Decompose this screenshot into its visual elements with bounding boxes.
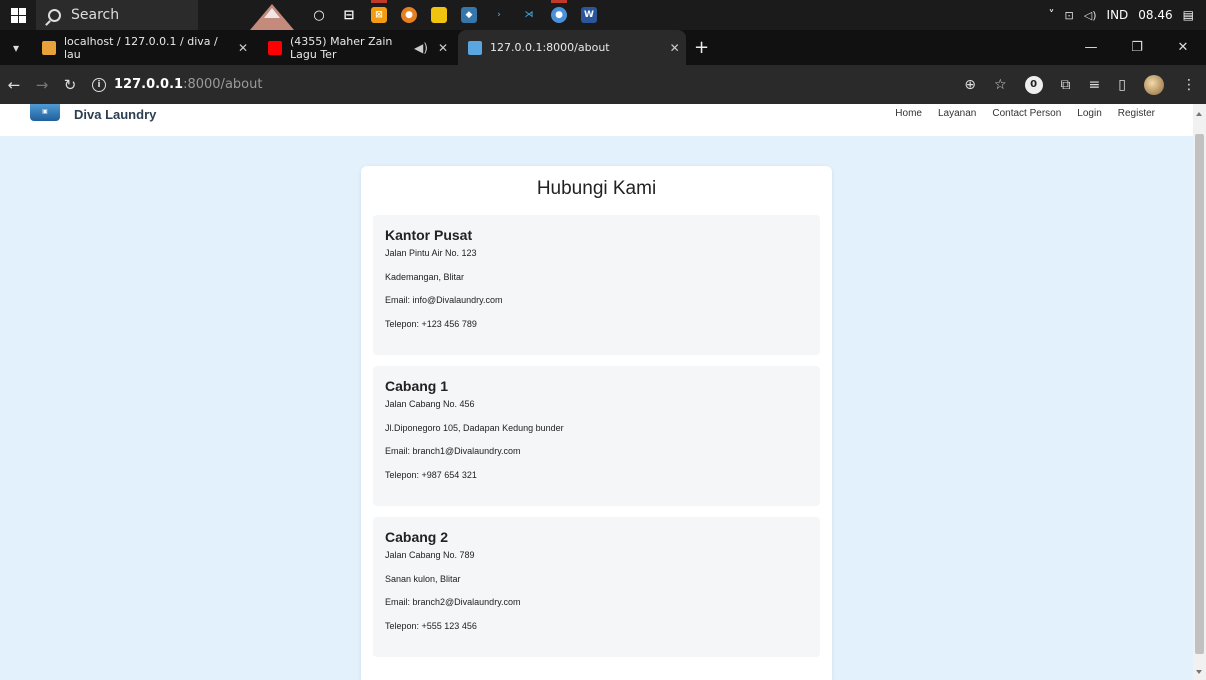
nav-login[interactable]: Login xyxy=(1077,108,1101,119)
xampp-icon[interactable]: ⊠ xyxy=(364,0,394,30)
volume-icon[interactable]: ◁) xyxy=(1084,9,1097,22)
bookmark-star-icon[interactable]: ☆ xyxy=(994,77,1007,93)
brand-name: Diva Laundry xyxy=(74,106,157,122)
tab-label: (4355) Maher Zain Lagu Ter xyxy=(290,34,393,61)
web-page: ▣ Diva Laundry Home Layanan Contact Pers… xyxy=(0,104,1193,680)
page-title: Hubungi Kami xyxy=(536,178,657,199)
window-controls: — ❐ ✕ xyxy=(1068,30,1206,65)
reading-list-icon[interactable]: ≡ xyxy=(1089,77,1101,93)
extension-icon[interactable]: 0 xyxy=(1024,75,1043,94)
reload-button[interactable]: ↻ xyxy=(56,76,84,94)
minimize-button[interactable]: — xyxy=(1068,40,1114,55)
tab-about[interactable]: 127.0.0.1:8000/about ✕ xyxy=(458,30,686,65)
close-window-button[interactable]: ✕ xyxy=(1160,40,1206,55)
zoom-icon[interactable]: ⊕ xyxy=(964,77,976,93)
system-tray: ˅ ⊡ ◁) IND 08.46 ▤ xyxy=(1049,0,1206,30)
youtube-favicon-icon xyxy=(268,40,282,55)
task-view-icon[interactable]: ⊟ xyxy=(334,0,364,30)
laundry-logo-icon: ▣ xyxy=(30,104,60,121)
windows-logo-icon xyxy=(10,7,26,23)
menu-kebab-icon[interactable]: ⋮ xyxy=(1182,77,1196,93)
word-icon[interactable]: W xyxy=(574,0,604,30)
office-email: Email: branch1@Divalaundry.com xyxy=(385,446,521,456)
forward-button[interactable]: → xyxy=(28,76,56,94)
notification-icon[interactable]: ▤ xyxy=(1183,8,1194,22)
contact-card: Hubungi Kami Kantor Pusat Jalan Pintu Ai… xyxy=(361,166,832,680)
side-panel-icon[interactable]: ▯ xyxy=(1118,77,1126,93)
tab-label: localhost / 127.0.0.1 / diva / lau xyxy=(64,34,218,61)
site-navbar: ▣ Diva Laundry Home Layanan Contact Pers… xyxy=(0,104,1193,136)
office-area: Sanan kulon, Blitar xyxy=(385,573,461,584)
office-name: Cabang 2 xyxy=(385,529,449,545)
scroll-thumb[interactable] xyxy=(1195,134,1204,654)
network-icon[interactable]: ⊡ xyxy=(1065,9,1074,22)
url-host: 127.0.0.1 xyxy=(114,77,184,92)
python-icon[interactable]: ◆ xyxy=(454,0,484,30)
scroll-up-icon[interactable] xyxy=(1196,112,1202,116)
new-tab-button[interactable]: + xyxy=(694,37,709,58)
nav-register[interactable]: Register xyxy=(1118,108,1155,119)
puzzle-extensions-icon[interactable]: ⧉ xyxy=(1061,77,1071,93)
tab-label: 127.0.0.1:8000/about xyxy=(490,41,610,54)
language-indicator[interactable]: IND xyxy=(1107,8,1129,22)
site-favicon-icon xyxy=(468,40,482,55)
office-name: Cabang 1 xyxy=(385,378,449,394)
office-card: Cabang 1 Jalan Cabang No. 456 Jl.Diponeg… xyxy=(373,366,820,506)
browser-tab-strip: ▾ localhost / 127.0.0.1 / diva / lau ✕ (… xyxy=(0,30,1206,65)
close-icon[interactable]: ✕ xyxy=(438,41,448,55)
close-icon[interactable]: ✕ xyxy=(238,41,248,55)
url-field[interactable]: i 127.0.0.1 :8000/about xyxy=(92,71,262,99)
office-card: Cabang 2 Jalan Cabang No. 789 Sanan kulo… xyxy=(373,517,820,657)
office-email: Email: branch2@Divalaundry.com xyxy=(385,597,521,607)
office-street: Jalan Cabang No. 789 xyxy=(385,550,475,560)
office-card: Kantor Pusat Jalan Pintu Air No. 123 Kad… xyxy=(373,215,820,355)
address-bar-row: ← → ↻ i 127.0.0.1 :8000/about ⊕ ☆ 0 ⧉ ≡ … xyxy=(0,65,1206,104)
office-area: Jl.Diponegoro 105, Dadapan Kedung bunder xyxy=(385,422,564,433)
vscode-icon[interactable]: ⋊ xyxy=(514,0,544,30)
main-nav: Home Layanan Contact Person Login Regist… xyxy=(895,108,1155,119)
back-button[interactable]: ← xyxy=(0,76,28,94)
maximize-button[interactable]: ❐ xyxy=(1114,40,1160,55)
file-explorer-icon[interactable] xyxy=(424,0,454,30)
start-button[interactable] xyxy=(0,0,36,30)
office-area: Kademangan, Blitar xyxy=(385,271,465,282)
office-phone: Telepon: +123 456 789 xyxy=(385,318,477,329)
nav-contact-person[interactable]: Contact Person xyxy=(992,108,1061,119)
tab-search-icon[interactable]: ▾ xyxy=(0,41,32,55)
office-street: Jalan Cabang No. 456 xyxy=(385,399,475,409)
url-path: :8000/about xyxy=(183,77,263,92)
tab-phpmyadmin[interactable]: localhost / 127.0.0.1 / diva / lau ✕ xyxy=(32,30,258,65)
terminal-icon[interactable]: › xyxy=(484,0,514,30)
nav-layanan[interactable]: Layanan xyxy=(938,108,976,119)
cortana-icon[interactable]: ○ xyxy=(304,0,334,30)
nav-home[interactable]: Home xyxy=(895,108,922,119)
office-phone: Telepon: +987 654 321 xyxy=(385,469,477,480)
speaker-icon[interactable]: ◀) xyxy=(414,41,428,55)
phpmyadmin-favicon-icon xyxy=(42,40,56,55)
search-icon xyxy=(48,8,61,22)
windows-taskbar: Search ○ ⊟ ⊠ ● ◆ › ⋊ ● W ˅ ⊡ ◁) IND 08.4… xyxy=(0,0,1206,30)
chrome-taskbar-icon[interactable]: ● xyxy=(394,0,424,30)
chevron-up-icon[interactable]: ˅ xyxy=(1049,8,1055,22)
office-email: Email: info@Divalaundry.com xyxy=(385,295,503,305)
office-street: Jalan Pintu Air No. 123 xyxy=(385,248,477,258)
search-highlight-icon xyxy=(246,0,298,30)
scroll-down-icon[interactable] xyxy=(1196,670,1202,674)
taskbar-search[interactable]: Search xyxy=(36,0,198,30)
profile-avatar[interactable] xyxy=(1144,74,1164,95)
tab-youtube[interactable]: (4355) Maher Zain Lagu Ter ◀) ✕ xyxy=(258,30,458,65)
close-icon[interactable]: ✕ xyxy=(670,41,680,55)
taskbar-search-placeholder: Search xyxy=(71,7,120,23)
site-brand[interactable]: ▣ Diva Laundry xyxy=(30,104,156,124)
office-phone: Telepon: +555 123 456 xyxy=(385,620,477,631)
page-scrollbar[interactable] xyxy=(1193,104,1206,680)
office-name: Kantor Pusat xyxy=(385,227,473,243)
site-info-icon[interactable]: i xyxy=(92,77,106,92)
clock[interactable]: 08.46 xyxy=(1138,8,1172,22)
chrome-active-icon[interactable]: ● xyxy=(544,0,574,30)
